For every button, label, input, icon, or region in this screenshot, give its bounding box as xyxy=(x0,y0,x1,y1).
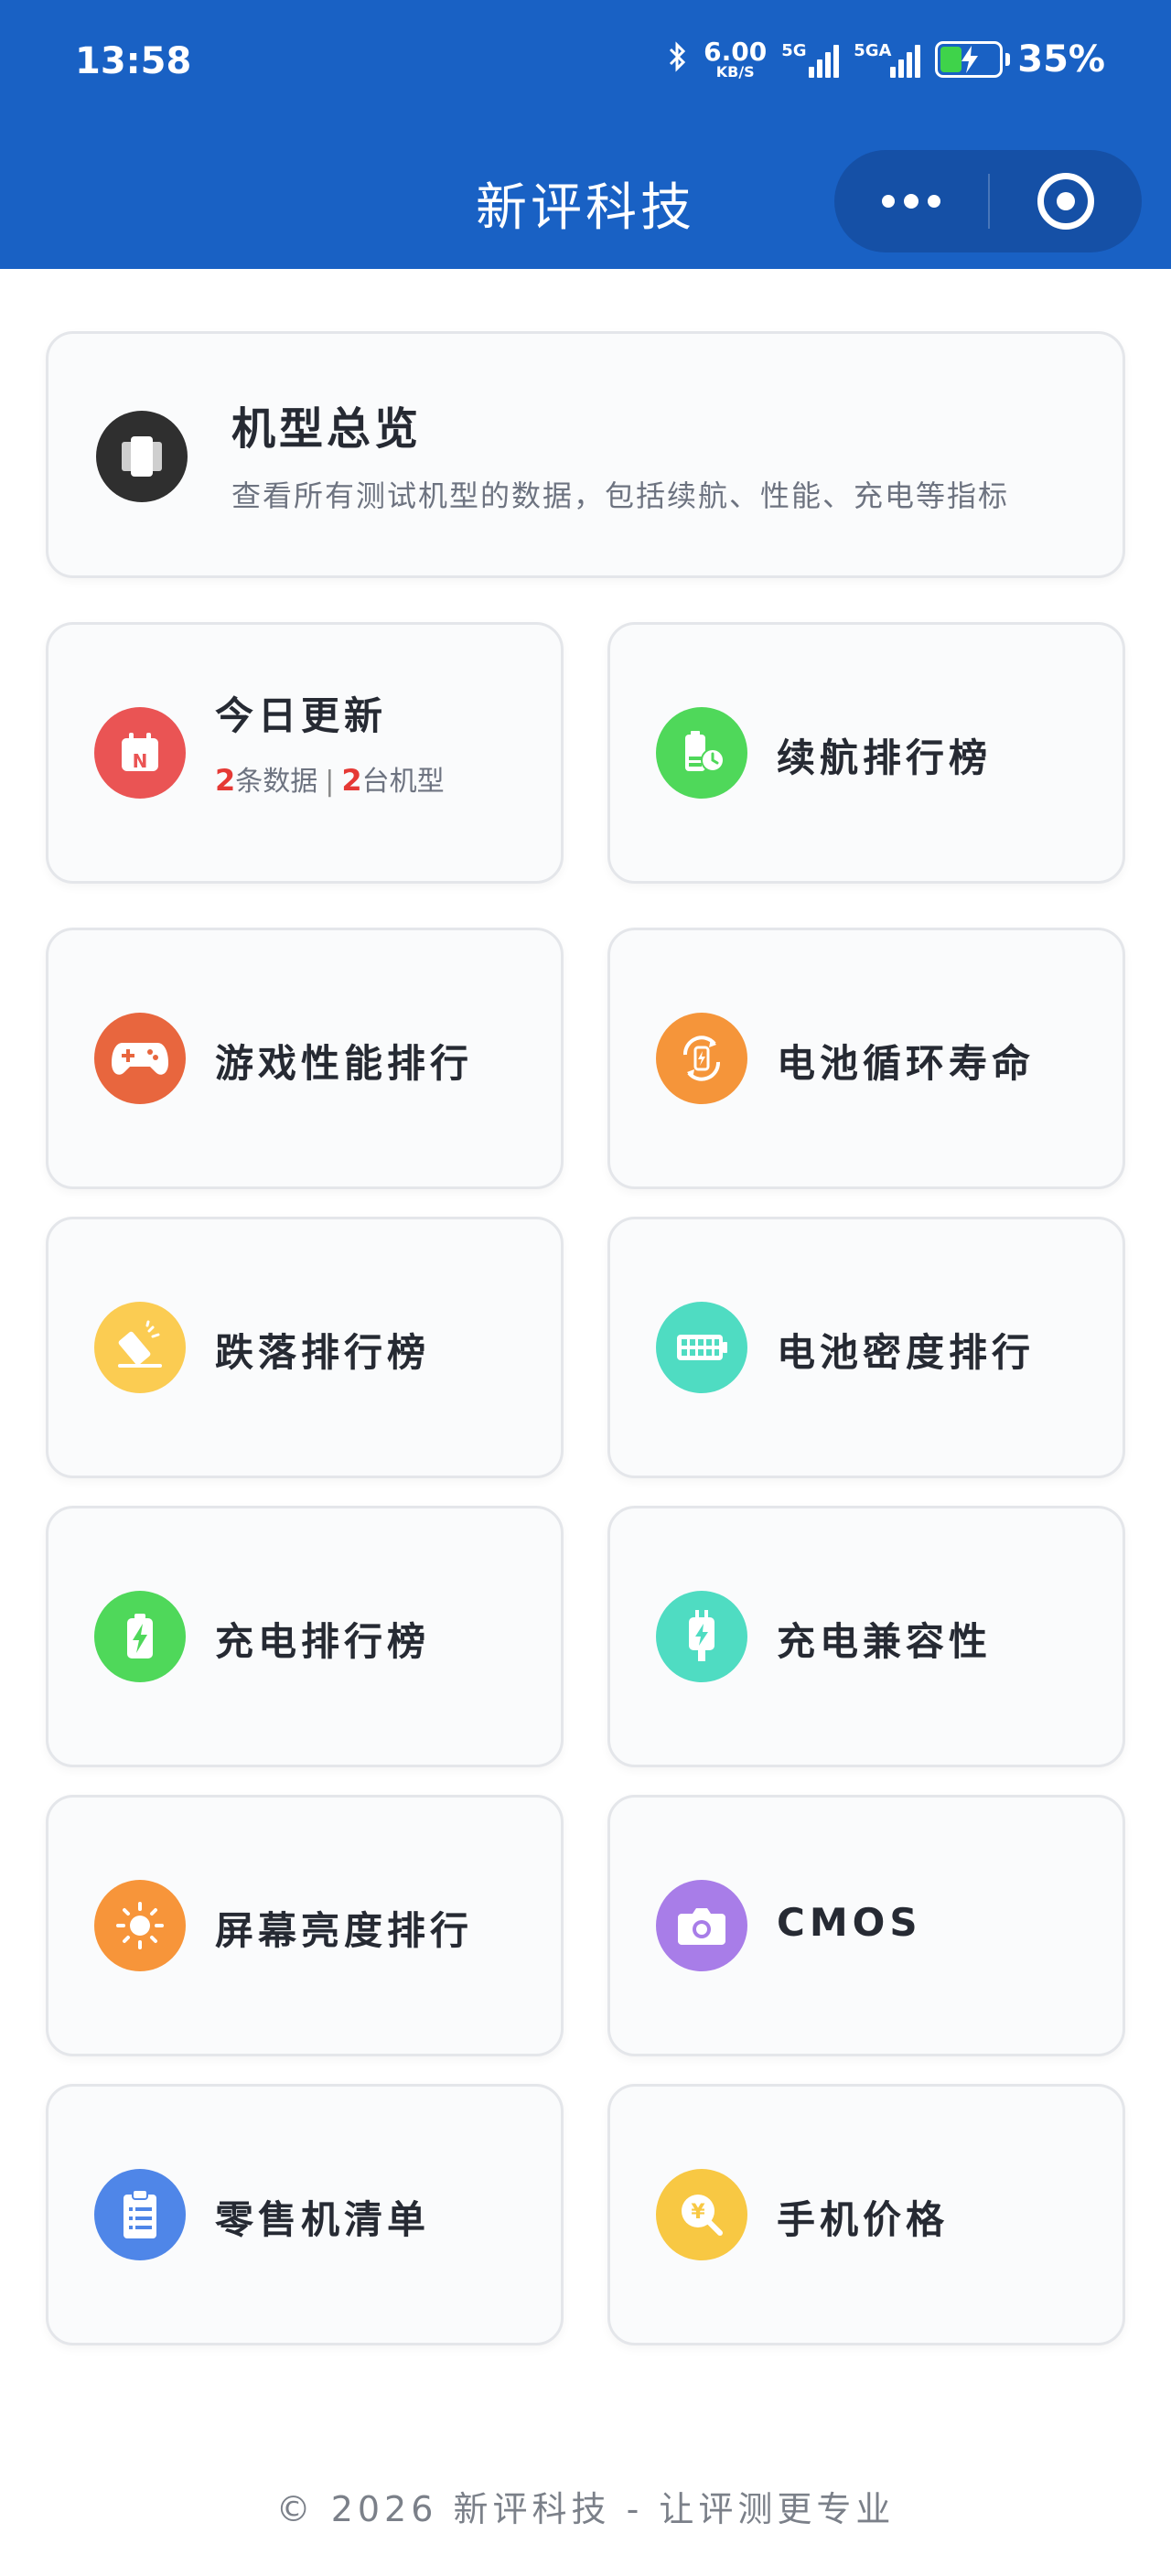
battery-clock-icon xyxy=(656,707,747,799)
svg-text:N: N xyxy=(133,750,148,772)
retail-list-title: 零售机清单 xyxy=(215,2197,431,2242)
signal-5g-icon: 5G xyxy=(781,41,840,78)
footer-copyright: © 2026 新评科技 - 让评测更专业 xyxy=(275,2489,896,2529)
cmos-card[interactable]: CMOS xyxy=(607,1795,1125,2056)
phones-icon xyxy=(96,411,188,502)
battery-cycle-icon xyxy=(656,1013,747,1104)
battery-cycle-life-card[interactable]: 电池循环寿命 xyxy=(607,928,1125,1189)
phone-price-card[interactable]: ¥ 手机价格 xyxy=(607,2084,1125,2345)
target-icon xyxy=(1037,173,1094,230)
battery-cells-icon xyxy=(656,1302,747,1393)
phone-price-title: 手机价格 xyxy=(777,2197,950,2242)
retail-list-card[interactable]: 零售机清单 xyxy=(46,2084,564,2345)
battery-cycle-life-title: 电池循环寿命 xyxy=(777,1041,1036,1086)
battery-life-ranking-card[interactable]: 续航排行榜 xyxy=(607,622,1125,884)
screen-brightness-title: 屏幕亮度排行 xyxy=(215,1908,474,1953)
today-update-stats: 2条数据 | 2台机型 xyxy=(215,763,445,798)
price-search-icon: ¥ xyxy=(656,2169,747,2260)
battery-icon: 35% xyxy=(935,38,1105,80)
phone-drop-icon xyxy=(94,1302,186,1393)
camera-icon xyxy=(656,1880,747,1971)
signal-5ga-icon: 5GA xyxy=(854,41,921,78)
close-button[interactable] xyxy=(990,150,1142,252)
sun-icon xyxy=(94,1880,186,1971)
overview-subtitle: 查看所有测试机型的数据，包括续航、性能、充电等指标 xyxy=(231,478,1010,513)
status-icons: 6.00 KB/S 5G 5GA 35% xyxy=(667,38,1105,80)
drop-test-ranking-card[interactable]: 跌落排行榜 xyxy=(46,1217,564,1478)
gaming-performance-title: 游戏性能排行 xyxy=(215,1041,474,1086)
status-time: 13:58 xyxy=(75,40,192,82)
battery-charging-icon xyxy=(94,1591,186,1682)
charging-compatibility-card[interactable]: 充电兼容性 xyxy=(607,1506,1125,1767)
battery-density-card[interactable]: 电池密度排行 xyxy=(607,1217,1125,1478)
overview-card[interactable]: 机型总览 查看所有测试机型的数据，包括续航、性能、充电等指标 xyxy=(46,331,1125,578)
overview-title: 机型总览 xyxy=(231,403,423,455)
battery-density-title: 电池密度排行 xyxy=(777,1330,1036,1375)
battery-life-ranking-title: 续航排行榜 xyxy=(777,735,993,780)
today-update-title: 今日更新 xyxy=(215,693,388,738)
charger-plug-icon xyxy=(656,1591,747,1682)
charging-ranking-title: 充电排行榜 xyxy=(215,1619,431,1664)
clipboard-icon xyxy=(94,2169,186,2260)
mini-program-capsule xyxy=(834,150,1142,252)
svg-text:¥: ¥ xyxy=(691,2201,705,2224)
battery-percent: 35% xyxy=(1017,38,1105,80)
calendar-icon: N xyxy=(94,707,186,799)
gaming-performance-card[interactable]: 游戏性能排行 xyxy=(46,928,564,1189)
network-speed: 6.00 KB/S xyxy=(704,37,768,80)
cmos-title: CMOS xyxy=(777,1900,922,1945)
today-update-card[interactable]: N 今日更新 2条数据 | 2台机型 xyxy=(46,622,564,884)
charging-compatibility-title: 充电兼容性 xyxy=(777,1619,993,1664)
gamepad-icon xyxy=(94,1013,186,1104)
drop-test-ranking-title: 跌落排行榜 xyxy=(215,1330,431,1375)
screen-brightness-card[interactable]: 屏幕亮度排行 xyxy=(46,1795,564,2056)
more-menu-button[interactable] xyxy=(834,150,988,252)
charging-ranking-card[interactable]: 充电排行榜 xyxy=(46,1506,564,1767)
app-header: 13:58 6.00 KB/S 5G 5GA 35% 新评科技 xyxy=(0,0,1171,269)
bluetooth-icon xyxy=(667,40,689,79)
